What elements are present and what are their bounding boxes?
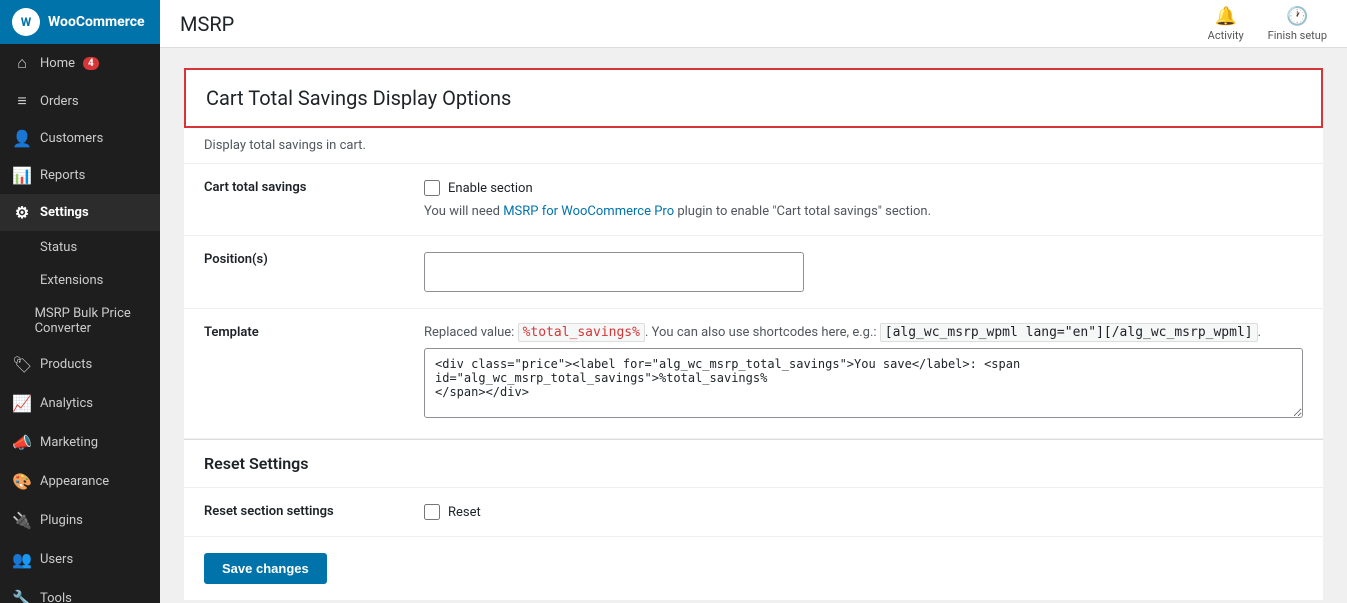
reset-section-settings-row: Reset section settings Reset [184, 488, 1323, 537]
cart-total-savings-label: Cart total savings [204, 180, 306, 195]
sidebar-section-marketing-label: Marketing [40, 435, 98, 450]
save-changes-button[interactable]: Save changes [204, 553, 327, 584]
sidebar-section-users[interactable]: 👥 Users [0, 540, 160, 579]
sidebar-section-tools-label: Tools [40, 591, 72, 603]
activity-button[interactable]: 🔔 Activity [1208, 6, 1244, 42]
sidebar-section-products-label: Products [40, 357, 92, 372]
sidebar-item-orders-label: Orders [40, 94, 79, 109]
enable-section-checkbox[interactable] [424, 180, 440, 196]
section-subtitle: Display total savings in cart. [184, 128, 1323, 164]
sidebar-logo-label: WooCommerce [48, 14, 145, 30]
sidebar-item-customers[interactable]: 👤 Customers [0, 120, 160, 157]
topbar-actions: 🔔 Activity 🕐 Finish setup [1208, 6, 1327, 42]
home-icon: ⌂ [12, 53, 32, 73]
finish-setup-label: Finish setup [1268, 29, 1327, 42]
section-header: Cart Total Savings Display Options [184, 68, 1323, 128]
sidebar-item-customers-label: Customers [40, 131, 103, 146]
sidebar-item-msrp-bulk[interactable]: MSRP Bulk Price Converter [0, 297, 160, 345]
appearance-icon: 🎨 [12, 472, 32, 491]
sidebar-item-msrp-bulk-label: MSRP Bulk Price Converter [35, 306, 148, 336]
enable-section-checkbox-label[interactable]: Enable section [448, 181, 533, 196]
section-title: Cart Total Savings Display Options [206, 86, 1301, 110]
products-icon: 🏷 [12, 355, 32, 374]
sidebar-item-orders[interactable]: ≡ Orders [0, 82, 160, 120]
sidebar-section-appearance-label: Appearance [40, 474, 109, 489]
plugins-icon: 🔌 [12, 511, 32, 530]
enable-section-row: Enable section [424, 180, 1303, 196]
content-area: Cart Total Savings Display Options Displ… [160, 48, 1347, 603]
finish-setup-icon: 🕐 [1286, 6, 1308, 27]
sidebar-section-products[interactable]: 🏷 Products [0, 345, 160, 384]
sidebar-item-home-label: Home [40, 56, 75, 71]
sidebar-item-extensions-label: Extensions [40, 273, 103, 288]
sidebar-item-reports[interactable]: 📊 Reports [0, 157, 160, 194]
users-icon: 👥 [12, 550, 32, 569]
sidebar-section-marketing[interactable]: 📣 Marketing [0, 423, 160, 462]
template-shortcode: [alg_wc_msrp_wpml lang="en"][/alg_wc_msr… [880, 323, 1258, 342]
sidebar-section-plugins[interactable]: 🔌 Plugins [0, 501, 160, 540]
reports-icon: 📊 [12, 166, 32, 185]
home-badge: 4 [83, 57, 99, 70]
save-row: Save changes [184, 537, 1323, 600]
activity-label: Activity [1208, 29, 1244, 42]
template-description: Replaced value: %total_savings%. You can… [424, 325, 1303, 340]
msrp-pro-link[interactable]: MSRP for WooCommerce Pro [503, 204, 674, 219]
template-desc-middle: . You can also use shortcodes here, e.g.… [645, 325, 880, 340]
settings-table: Cart total savings Enable section You wi… [184, 164, 1323, 439]
sidebar-item-reports-label: Reports [40, 168, 85, 183]
info-text-after: plugin to enable "Cart total savings" se… [674, 204, 931, 219]
reset-section-settings-label: Reset section settings [204, 504, 334, 519]
sidebar-section-tools[interactable]: 🔧 Tools [0, 579, 160, 603]
sidebar-section-plugins-label: Plugins [40, 513, 83, 528]
cart-total-savings-row: Cart total savings Enable section You wi… [184, 164, 1323, 236]
settings-icon: ⚙ [12, 203, 32, 222]
sidebar-section-users-label: Users [40, 552, 73, 567]
positions-label: Position(s) [204, 252, 268, 267]
info-text-before: You will need [424, 204, 503, 219]
reset-section-header: Reset Settings [184, 439, 1323, 488]
analytics-icon: 📈 [12, 394, 32, 413]
marketing-icon: 📣 [12, 433, 32, 452]
page-title: MSRP [180, 12, 234, 36]
woocommerce-logo-icon: W [12, 8, 40, 36]
sidebar-logo[interactable]: W WooCommerce [0, 0, 160, 44]
sidebar-item-settings[interactable]: ⚙ Settings [0, 194, 160, 231]
sidebar-item-settings-label: Settings [40, 205, 89, 220]
sidebar-section-appearance[interactable]: 🎨 Appearance [0, 462, 160, 501]
sidebar-section-analytics-label: Analytics [40, 396, 93, 411]
orders-icon: ≡ [12, 91, 32, 111]
sidebar-item-home[interactable]: ⌂ Home 4 [0, 44, 160, 82]
reset-section-title: Reset Settings [204, 454, 309, 473]
sidebar-section-analytics[interactable]: 📈 Analytics [0, 384, 160, 423]
customers-icon: 👤 [12, 129, 32, 148]
template-textarea[interactable]: <div class="price"><label for="alg_wc_ms… [424, 348, 1303, 418]
sidebar-item-extensions[interactable]: Extensions [0, 264, 160, 297]
template-row: Template Replaced value: %total_savings%… [184, 309, 1323, 439]
reset-row: Reset [424, 504, 1303, 520]
template-desc-end: . [1258, 325, 1261, 340]
reset-checkbox[interactable] [424, 504, 440, 520]
reset-settings-table: Reset section settings Reset [184, 488, 1323, 537]
activity-icon: 🔔 [1214, 6, 1236, 27]
finish-setup-button[interactable]: 🕐 Finish setup [1268, 6, 1327, 42]
sidebar-item-status[interactable]: Status [0, 231, 160, 264]
positions-input[interactable] [424, 252, 804, 292]
template-label: Template [204, 325, 259, 340]
main-area: MSRP 🔔 Activity 🕐 Finish setup Cart Tota… [160, 0, 1347, 603]
reset-checkbox-label[interactable]: Reset [448, 505, 481, 520]
cart-savings-info: You will need MSRP for WooCommerce Pro p… [424, 204, 1303, 219]
sidebar: W WooCommerce ⌂ Home 4 ≡ Orders 👤 Custom… [0, 0, 160, 603]
sidebar-item-status-label: Status [40, 240, 77, 255]
template-code: %total_savings% [518, 323, 645, 342]
positions-row: Position(s) [184, 236, 1323, 309]
template-desc-before: Replaced value: [424, 325, 518, 340]
tools-icon: 🔧 [12, 589, 32, 603]
topbar: MSRP 🔔 Activity 🕐 Finish setup [160, 0, 1347, 48]
